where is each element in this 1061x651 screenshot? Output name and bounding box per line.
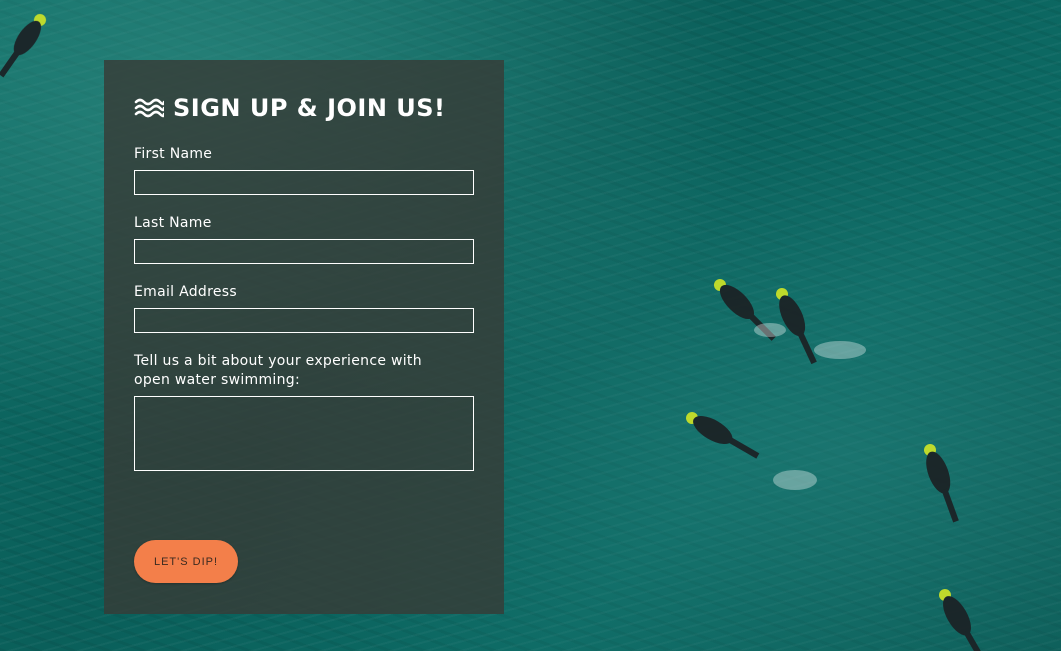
form-title: SIGN UP & JOIN US!: [134, 90, 474, 126]
last-name-group: Last Name: [134, 214, 474, 264]
experience-group: Tell us a bit about your experience with…: [134, 352, 474, 471]
email-label: Email Address: [134, 284, 237, 300]
first-name-input[interactable]: [134, 170, 474, 195]
email-input[interactable]: [134, 308, 474, 333]
signup-form-panel: SIGN UP & JOIN US! First Name Last Name …: [104, 60, 504, 614]
first-name-label: First Name: [134, 146, 213, 162]
experience-textarea[interactable]: [134, 396, 474, 471]
experience-label: Tell us a bit about your experience with…: [134, 353, 422, 388]
waves-icon: [134, 98, 164, 118]
last-name-input[interactable]: [134, 239, 474, 264]
first-name-group: First Name: [134, 145, 474, 195]
form-title-text: SIGN UP & JOIN US!: [173, 94, 446, 122]
swimmer-figure: [939, 589, 986, 651]
swimmer-figure: [686, 412, 760, 459]
swimmer-figure: [0, 14, 46, 78]
last-name-label: Last Name: [134, 215, 212, 231]
email-group: Email Address: [134, 283, 474, 333]
submit-button[interactable]: LET'S DIP!: [134, 540, 238, 583]
swimmer-figure: [924, 444, 959, 523]
